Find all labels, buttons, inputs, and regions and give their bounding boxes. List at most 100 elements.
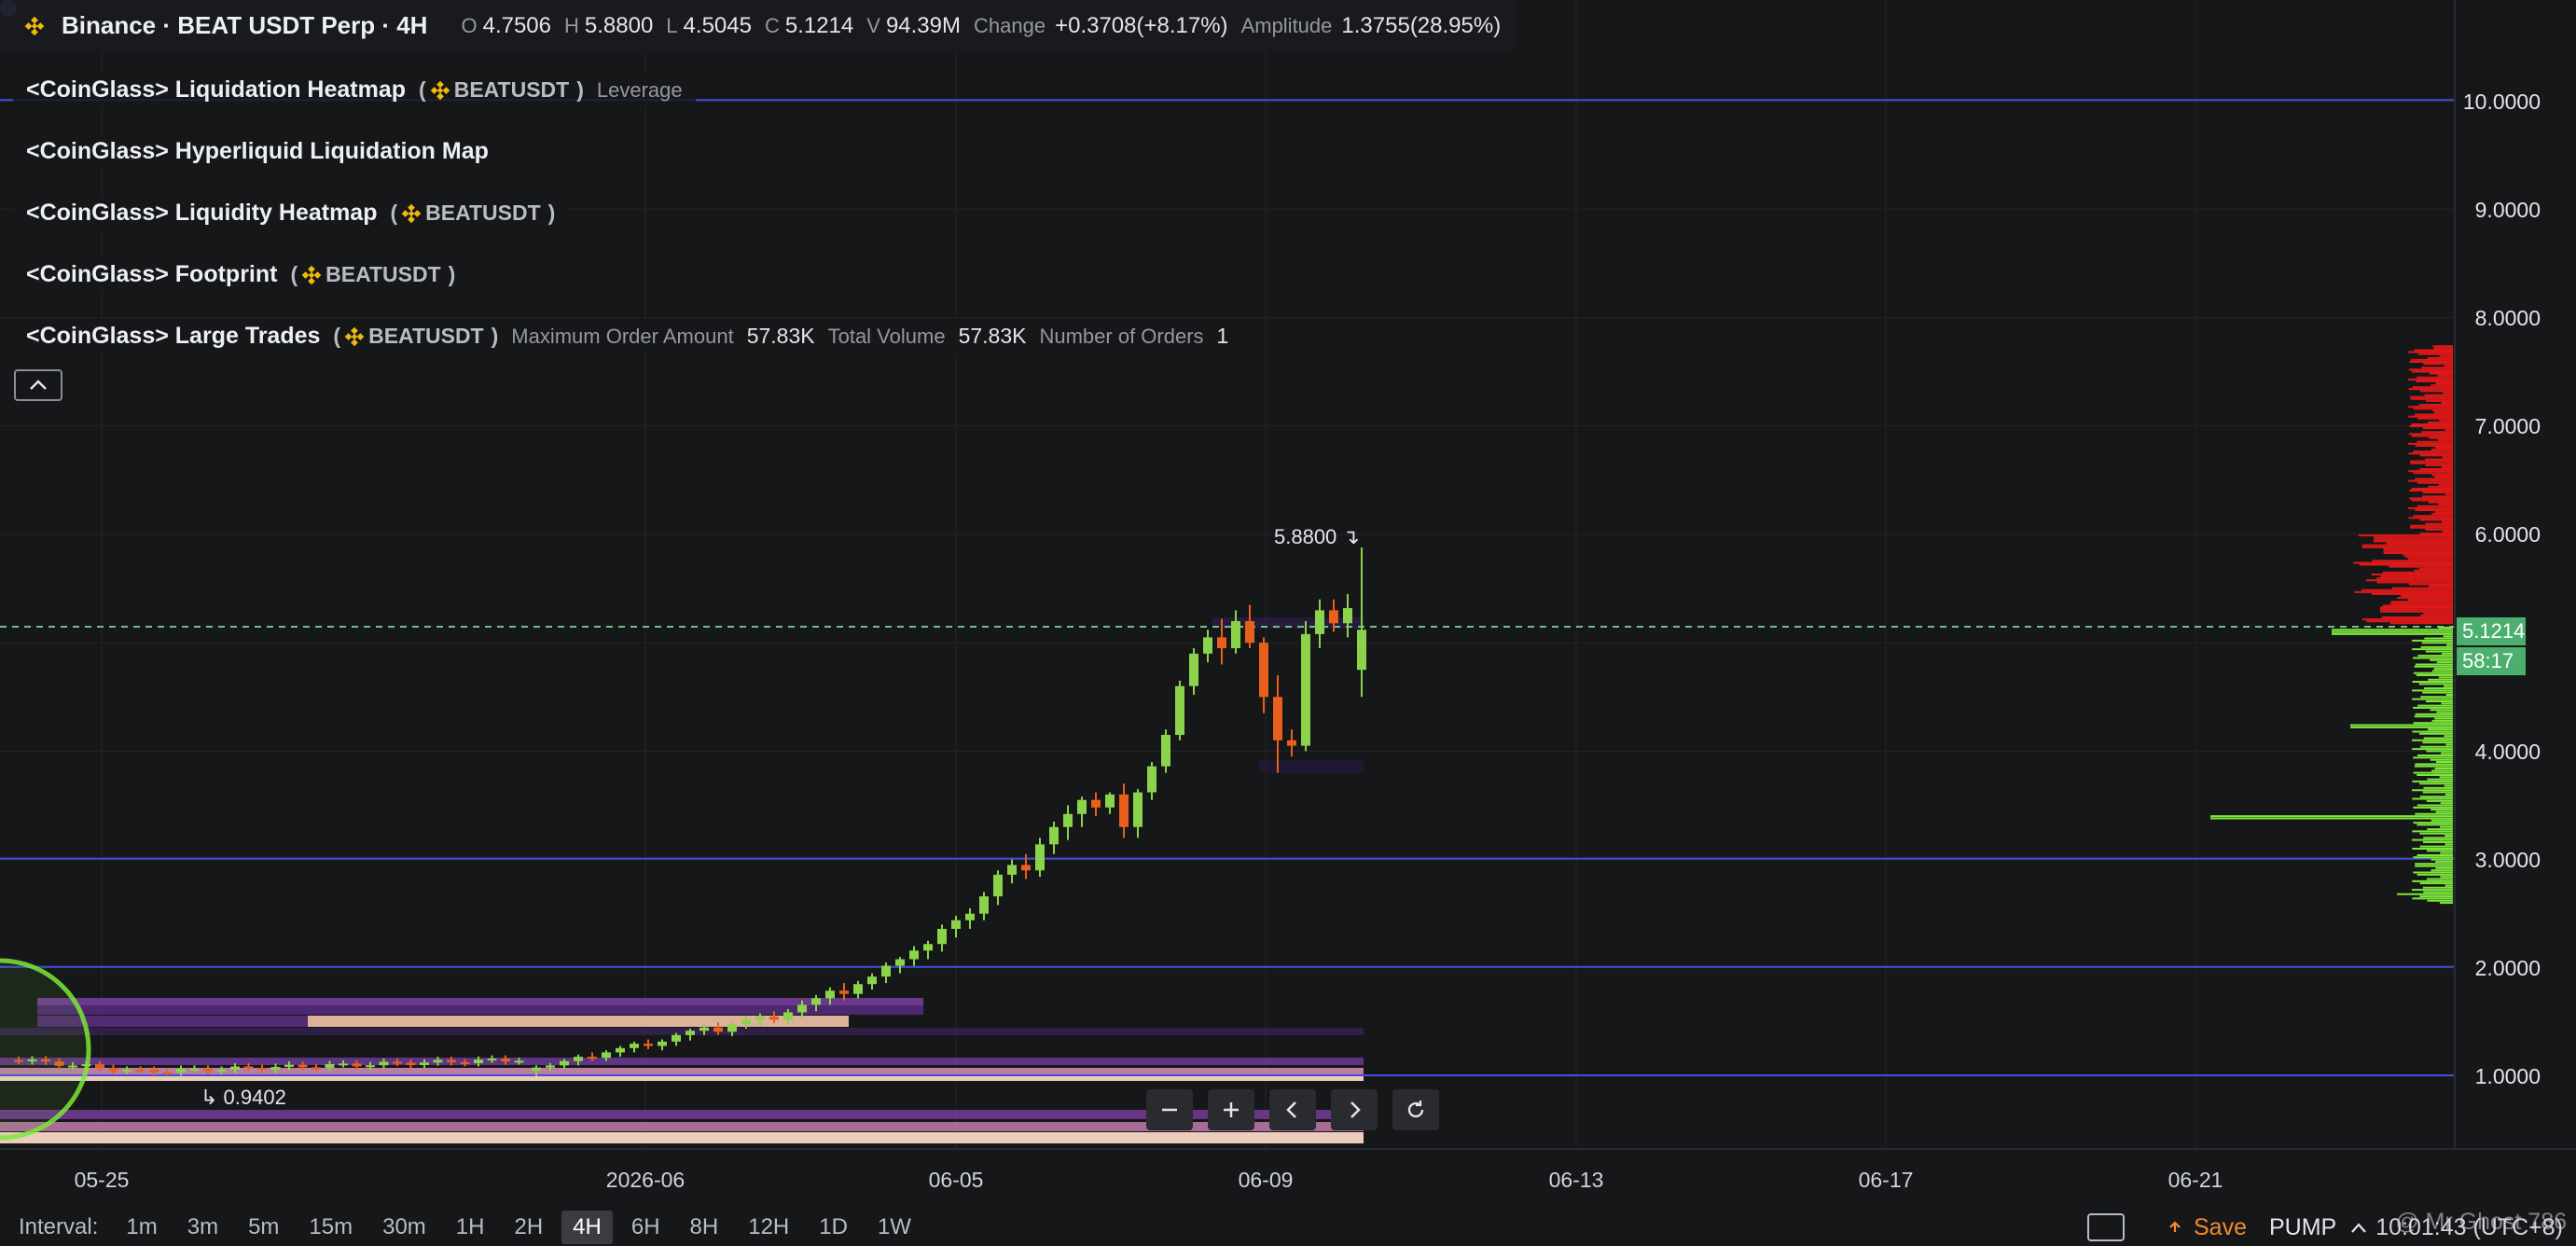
- interval-30m[interactable]: 30m: [371, 1211, 437, 1244]
- candle-body: [1301, 633, 1310, 746]
- candle-body: [447, 1059, 456, 1062]
- candle-body: [951, 920, 961, 929]
- indicator-large-trades[interactable]: <CoinGlass> Large Trades ( BEATUSDT ) Ma…: [13, 319, 1242, 353]
- candle-body: [149, 1069, 159, 1073]
- indicator-liquidity-heatmap[interactable]: <CoinGlass> Liquidity Heatmap ( BEATUSDT…: [13, 196, 569, 230]
- binance-logo-icon: [301, 265, 322, 284]
- candle-body: [1021, 865, 1031, 871]
- reset-icon: [1407, 1101, 1424, 1118]
- candle-body: [532, 1067, 541, 1072]
- candle-body: [546, 1065, 555, 1068]
- low-label: L: [666, 13, 678, 37]
- price-axis-label: 1.0000: [2474, 1064, 2541, 1088]
- candle-body: [1189, 653, 1198, 686]
- interval-4h[interactable]: 4H: [561, 1211, 613, 1244]
- date-axis-label: 05-25: [74, 1168, 130, 1192]
- orders-value: 1: [1216, 324, 1229, 348]
- interval-toolbar: Interval: 1m 3m 5m 15m 30m 1H 2H 4H 6H 8…: [0, 1209, 2576, 1246]
- interval-15m[interactable]: 15m: [298, 1211, 364, 1244]
- indicator-name: <CoinGlass> Footprint: [26, 261, 278, 287]
- candle-body: [122, 1069, 132, 1072]
- candle-body: [1077, 799, 1087, 814]
- date-axis-label: 06-05: [928, 1168, 984, 1192]
- candle-body: [189, 1068, 200, 1071]
- layout-toggle-button[interactable]: [2086, 1213, 2125, 1241]
- candle-body: [616, 1047, 625, 1053]
- binance-logo-icon: [401, 203, 422, 223]
- interval-5m[interactable]: 5m: [237, 1211, 290, 1244]
- candle-body: [501, 1059, 510, 1062]
- candle-body: [298, 1064, 308, 1068]
- interval-1m[interactable]: 1m: [115, 1211, 168, 1244]
- save-icon: [2169, 1221, 2181, 1232]
- indicator-footprint[interactable]: <CoinGlass> Footprint ( BEATUSDT ): [13, 257, 469, 292]
- candle-body: [769, 1017, 779, 1020]
- amplitude-value: 1.3755(28.95%): [1341, 12, 1502, 38]
- candle-body: [1049, 826, 1059, 845]
- indicator-name: <CoinGlass> Hyperliquid Liquidation Map: [26, 138, 489, 164]
- high-label: H: [564, 13, 579, 37]
- price-axis-label: 9.0000: [2474, 198, 2541, 222]
- binance-logo-icon: [344, 326, 365, 346]
- interval-2h[interactable]: 2H: [503, 1211, 554, 1244]
- indicator-name: <CoinGlass> Liquidation Heatmap: [26, 76, 407, 103]
- price-axis-label: 3.0000: [2474, 848, 2541, 872]
- interval-8h[interactable]: 8H: [679, 1211, 730, 1244]
- candle-body: [672, 1034, 681, 1042]
- candle-body: [1231, 620, 1240, 649]
- indicator-paren-open: (: [290, 262, 298, 286]
- scroll-right-button[interactable]: [1331, 1089, 1378, 1130]
- zoom-out-button[interactable]: [1146, 1089, 1193, 1130]
- collapse-legend-button[interactable]: [14, 369, 62, 401]
- candle-body: [1217, 637, 1226, 649]
- candle-body: [1007, 865, 1017, 875]
- chevron-up-icon[interactable]: [2349, 1220, 2368, 1235]
- total-volume-value: 57.83K: [958, 324, 1027, 348]
- price-axis-label: 7.0000: [2474, 414, 2541, 438]
- indicator-paren-close: ): [576, 77, 584, 102]
- symbol-title[interactable]: Binance · BEAT USDT Perp · 4H: [62, 11, 427, 40]
- heatmap-band: [308, 1016, 849, 1027]
- volume-label: V: [866, 13, 880, 37]
- close-value: 5.1214: [784, 12, 854, 38]
- interval-1d[interactable]: 1D: [808, 1211, 859, 1244]
- candle-body: [1259, 643, 1268, 698]
- indicator-name: <CoinGlass> Liquidity Heatmap: [26, 200, 378, 226]
- candle-body: [243, 1066, 254, 1069]
- compare-symbol[interactable]: PUMP: [2269, 1214, 2336, 1241]
- interval-3m[interactable]: 3m: [176, 1211, 229, 1244]
- high-price-marker: 5.8800 ↴: [1274, 525, 1360, 548]
- date-axis-label: 06-13: [1548, 1168, 1604, 1192]
- interval-6h[interactable]: 6H: [620, 1211, 672, 1244]
- countdown-badge: 58:17: [2457, 647, 2526, 675]
- amplitude-label: Amplitude: [1240, 13, 1333, 37]
- scroll-left-button[interactable]: [1269, 1089, 1316, 1130]
- candle-body: [1119, 794, 1129, 827]
- heatmap-band: [0, 1132, 1364, 1143]
- indicator-paren-open: (: [419, 77, 426, 102]
- indicator-symbol: BEATUSDT: [368, 324, 484, 348]
- total-volume-label: Total Volume: [827, 324, 946, 348]
- indicator-hyperliquid-map[interactable]: <CoinGlass> Hyperliquid Liquidation Map: [13, 134, 502, 169]
- candle-body: [379, 1061, 389, 1066]
- save-button[interactable]: Save: [2166, 1214, 2247, 1241]
- chart-area[interactable]: 5.8800 ↴ ↳ 0.9402 Binance · BEAT USDT Per…: [0, 0, 2576, 1246]
- low-value: 4.5045: [683, 12, 752, 38]
- interval-1w[interactable]: 1W: [866, 1211, 922, 1244]
- interval-12h[interactable]: 12H: [737, 1211, 800, 1244]
- chart-canvas[interactable]: 5.8800 ↴ ↳ 0.9402: [0, 0, 2576, 1209]
- heatmap-band: [1259, 760, 1364, 773]
- chevron-up-icon: [30, 380, 47, 390]
- zoom-in-button[interactable]: [1208, 1089, 1254, 1130]
- candle-body: [839, 990, 849, 994]
- indicator-liquidation-heatmap[interactable]: <CoinGlass> Liquidation Heatmap ( BEATUS…: [13, 73, 696, 107]
- candle-body: [203, 1068, 213, 1072]
- interval-1h[interactable]: 1H: [445, 1211, 496, 1244]
- candle-body: [366, 1065, 375, 1068]
- interval-label: Interval:: [19, 1214, 99, 1239]
- candle-body: [325, 1064, 335, 1068]
- candle-body: [108, 1067, 118, 1072]
- indicator-paren-open: (: [333, 324, 341, 348]
- reset-chart-button[interactable]: [1392, 1089, 1439, 1130]
- candle-body: [811, 998, 821, 1005]
